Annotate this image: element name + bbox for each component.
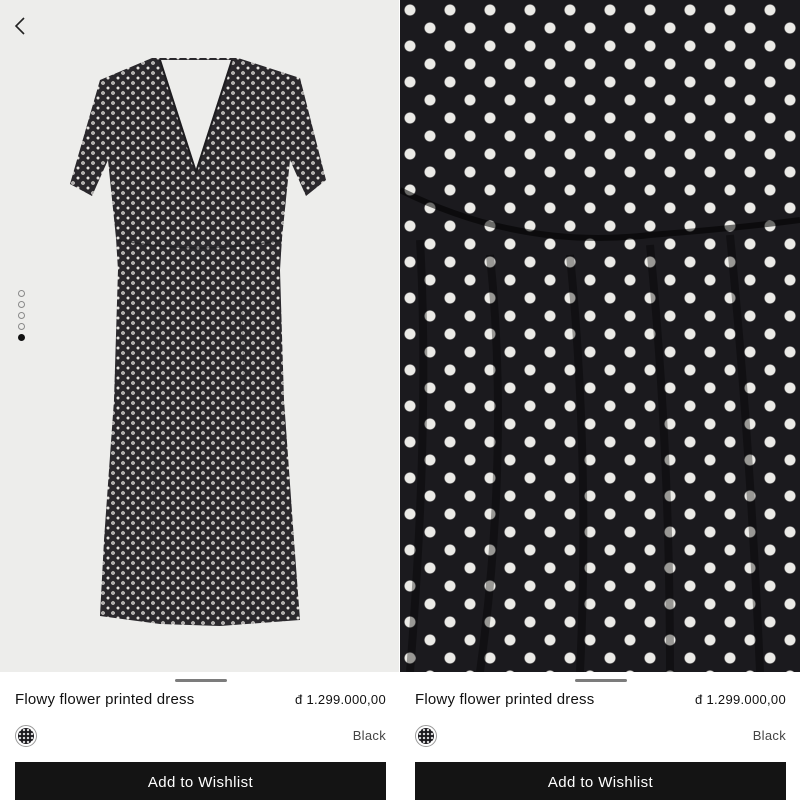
- add-to-wishlist-button[interactable]: Add to Wishlist: [415, 762, 786, 800]
- product-panel-left: Flowy flower printed dress đ 1.299.000,0…: [0, 0, 400, 800]
- carousel-dot[interactable]: [18, 312, 25, 319]
- sheet-drag-handle[interactable]: [575, 679, 627, 682]
- color-swatch[interactable]: [415, 725, 437, 747]
- swatch-pattern: [18, 728, 34, 744]
- product-price: đ 1.299.000,00: [295, 692, 386, 707]
- selected-color-label: Black: [752, 728, 786, 743]
- color-swatch[interactable]: [15, 725, 37, 747]
- product-image-full-dress[interactable]: [0, 0, 400, 672]
- carousel-dot[interactable]: [18, 301, 25, 308]
- carousel-indicator: [18, 290, 25, 341]
- swatch-pattern: [418, 728, 434, 744]
- dress-illustration: [70, 58, 326, 626]
- sheet-drag-handle[interactable]: [175, 679, 227, 682]
- product-panel-right: Flowy flower printed dress đ 1.299.000,0…: [400, 0, 800, 800]
- carousel-dot[interactable]: [18, 323, 25, 330]
- fabric-gather-shading: [400, 187, 800, 672]
- product-title: Flowy flower printed dress: [15, 691, 195, 708]
- carousel-dot-active[interactable]: [18, 334, 25, 341]
- product-image-fabric-closeup[interactable]: [400, 0, 800, 672]
- back-button[interactable]: [8, 12, 32, 40]
- product-price: đ 1.299.000,00: [695, 692, 786, 707]
- product-title: Flowy flower printed dress: [415, 691, 595, 708]
- carousel-dot[interactable]: [18, 290, 25, 297]
- chevron-left-icon: [14, 17, 25, 35]
- selected-color-label: Black: [352, 728, 386, 743]
- add-to-wishlist-button[interactable]: Add to Wishlist: [15, 762, 386, 800]
